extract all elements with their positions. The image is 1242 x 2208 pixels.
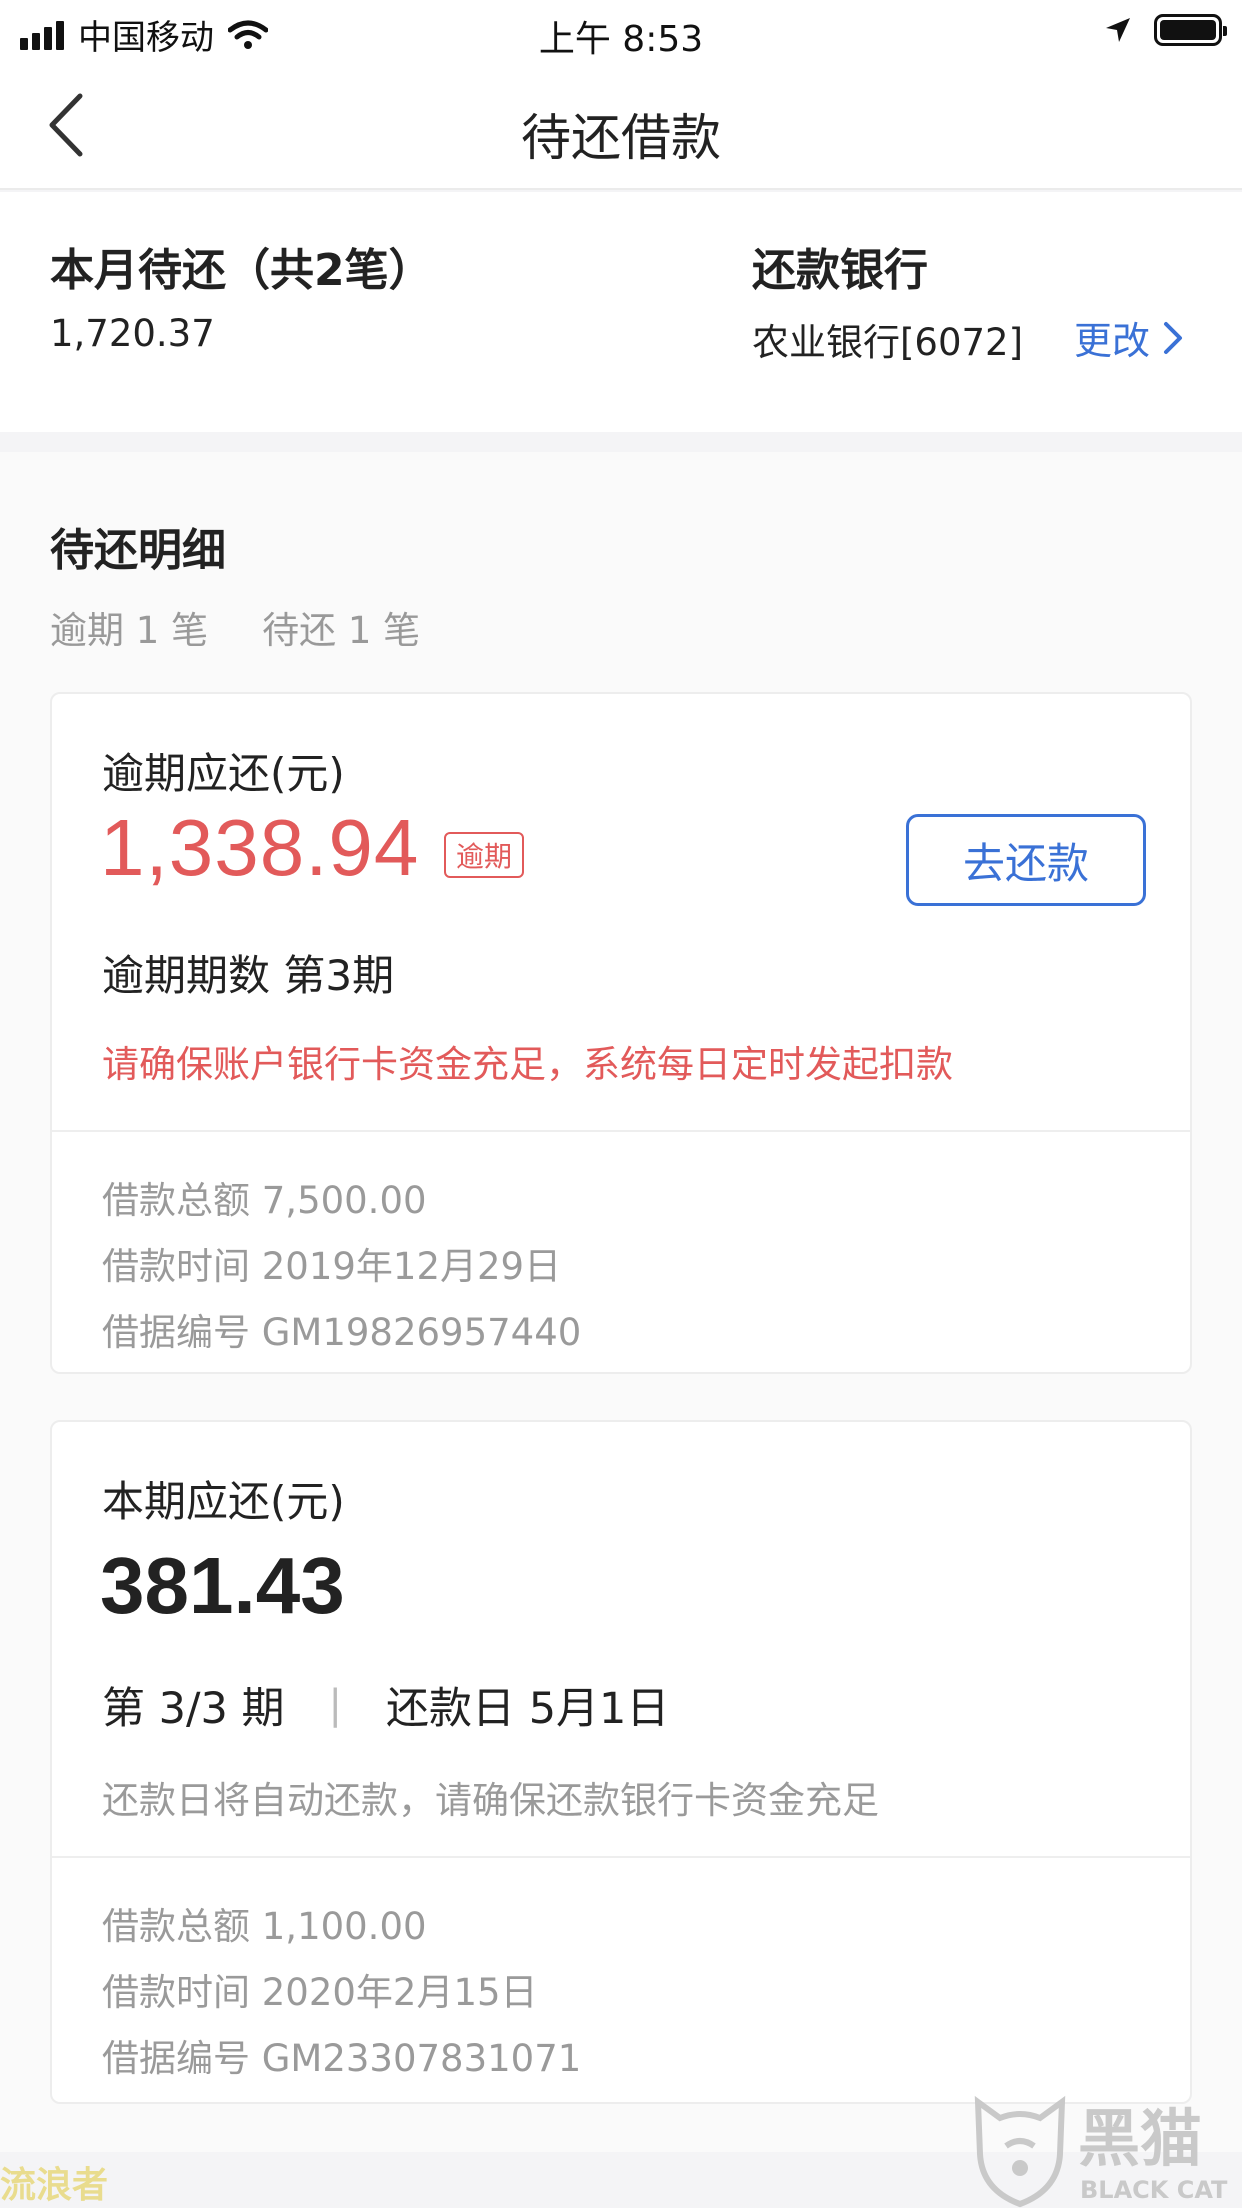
loan-id: 借据编号 GM19826957440 (102, 1311, 582, 1354)
overdue-loan-card: 逾期应还(元) 1,338.94 逾期 去还款 逾期期数 第3期 请确保账户银行… (50, 692, 1192, 1374)
overdue-badge: 逾期 (444, 832, 525, 878)
loan-total: 借款总额 7,500.00 (102, 1179, 427, 1222)
current-amount: 381.43 (100, 1541, 345, 1630)
overdue-amount: 1,338.94 (100, 803, 420, 892)
overdue-count: 逾期 1 笔 (50, 609, 209, 652)
monthly-due-amount: 1,720.37 (50, 312, 215, 355)
overdue-warning: 请确保账户银行卡资金充足，系统每日定时发起扣款 (102, 1043, 953, 1086)
loan-id: 借据编号 GM23307831071 (102, 2037, 582, 2080)
loan-time: 借款时间 2019年12月29日 (102, 1245, 562, 1288)
watermark-text: 流浪者 (0, 2165, 109, 2206)
bank-title: 还款银行 (752, 245, 928, 296)
current-loan-card: 本期应还(元) 381.43 第 3/3 期 | 还款日 5月1日 还款日将自动… (50, 1420, 1192, 2104)
card-divider (52, 1856, 1190, 1858)
repayment-summary: 本月待还（共2笔） 1,720.37 还款银行 农业银行[6072] 更改 (0, 192, 1242, 432)
black-cat-watermark: 黑猫 BLACK CAT (970, 2094, 1242, 2208)
loan-total: 借款总额 1,100.00 (102, 1905, 427, 1948)
page-title: 待还借款 (521, 109, 721, 167)
details-counts: 逾期 1 笔 待还 1 笔 (50, 600, 420, 654)
current-amount-label: 本期应还(元) (102, 1477, 345, 1526)
period-separator: | (328, 1682, 343, 1728)
location-arrow-icon (1106, 18, 1130, 42)
loan-time: 借款时间 2020年2月15日 (102, 1971, 538, 2014)
pending-details-section: 待还明细 逾期 1 笔 待还 1 笔 逾期应还(元) 1,338.94 逾期 去… (0, 452, 1242, 2152)
due-date: 还款日 5月1日 (386, 1684, 670, 1734)
status-bar: 中国移动 上午 8:53 (0, 0, 1242, 62)
bank-value: 农业银行[6072] (752, 321, 1024, 364)
status-right (1104, 14, 1227, 46)
black-cat-logo-icon: 黑猫 BLACK CAT (974, 2095, 1228, 2208)
screen: 中国移动 上午 8:53 待还借款 本月待还（共2笔） 1,720.37 还款银… (0, 0, 1242, 2208)
chevron-right-icon (1164, 321, 1183, 354)
repay-button[interactable]: 去还款 (906, 814, 1146, 906)
brand-en: BLACK CAT (1080, 2176, 1228, 2204)
period-row: 第 3/3 期 | 还款日 5月1日 (102, 1674, 669, 1736)
auto-repay-note: 还款日将自动还款，请确保还款银行卡资金充足 (102, 1779, 879, 1822)
change-bank-label: 更改 (1074, 319, 1151, 363)
change-bank-link[interactable]: 更改 (1074, 310, 1184, 365)
pending-count: 待还 1 笔 (262, 609, 421, 652)
battery-icon (1154, 14, 1227, 46)
details-title: 待还明细 (50, 525, 226, 576)
card-divider (52, 1130, 1190, 1132)
period-number: 第 3/3 期 (102, 1684, 285, 1734)
monthly-due-title: 本月待还（共2笔） (50, 245, 433, 296)
brand-cn: 黑猫 (1078, 2102, 1202, 2175)
status-time: 上午 8:53 (538, 19, 704, 60)
overdue-periods: 逾期期数 第3期 (102, 951, 395, 1000)
overdue-amount-label: 逾期应还(元) (102, 749, 345, 798)
nav-bar: 待还借款 (0, 62, 1242, 190)
